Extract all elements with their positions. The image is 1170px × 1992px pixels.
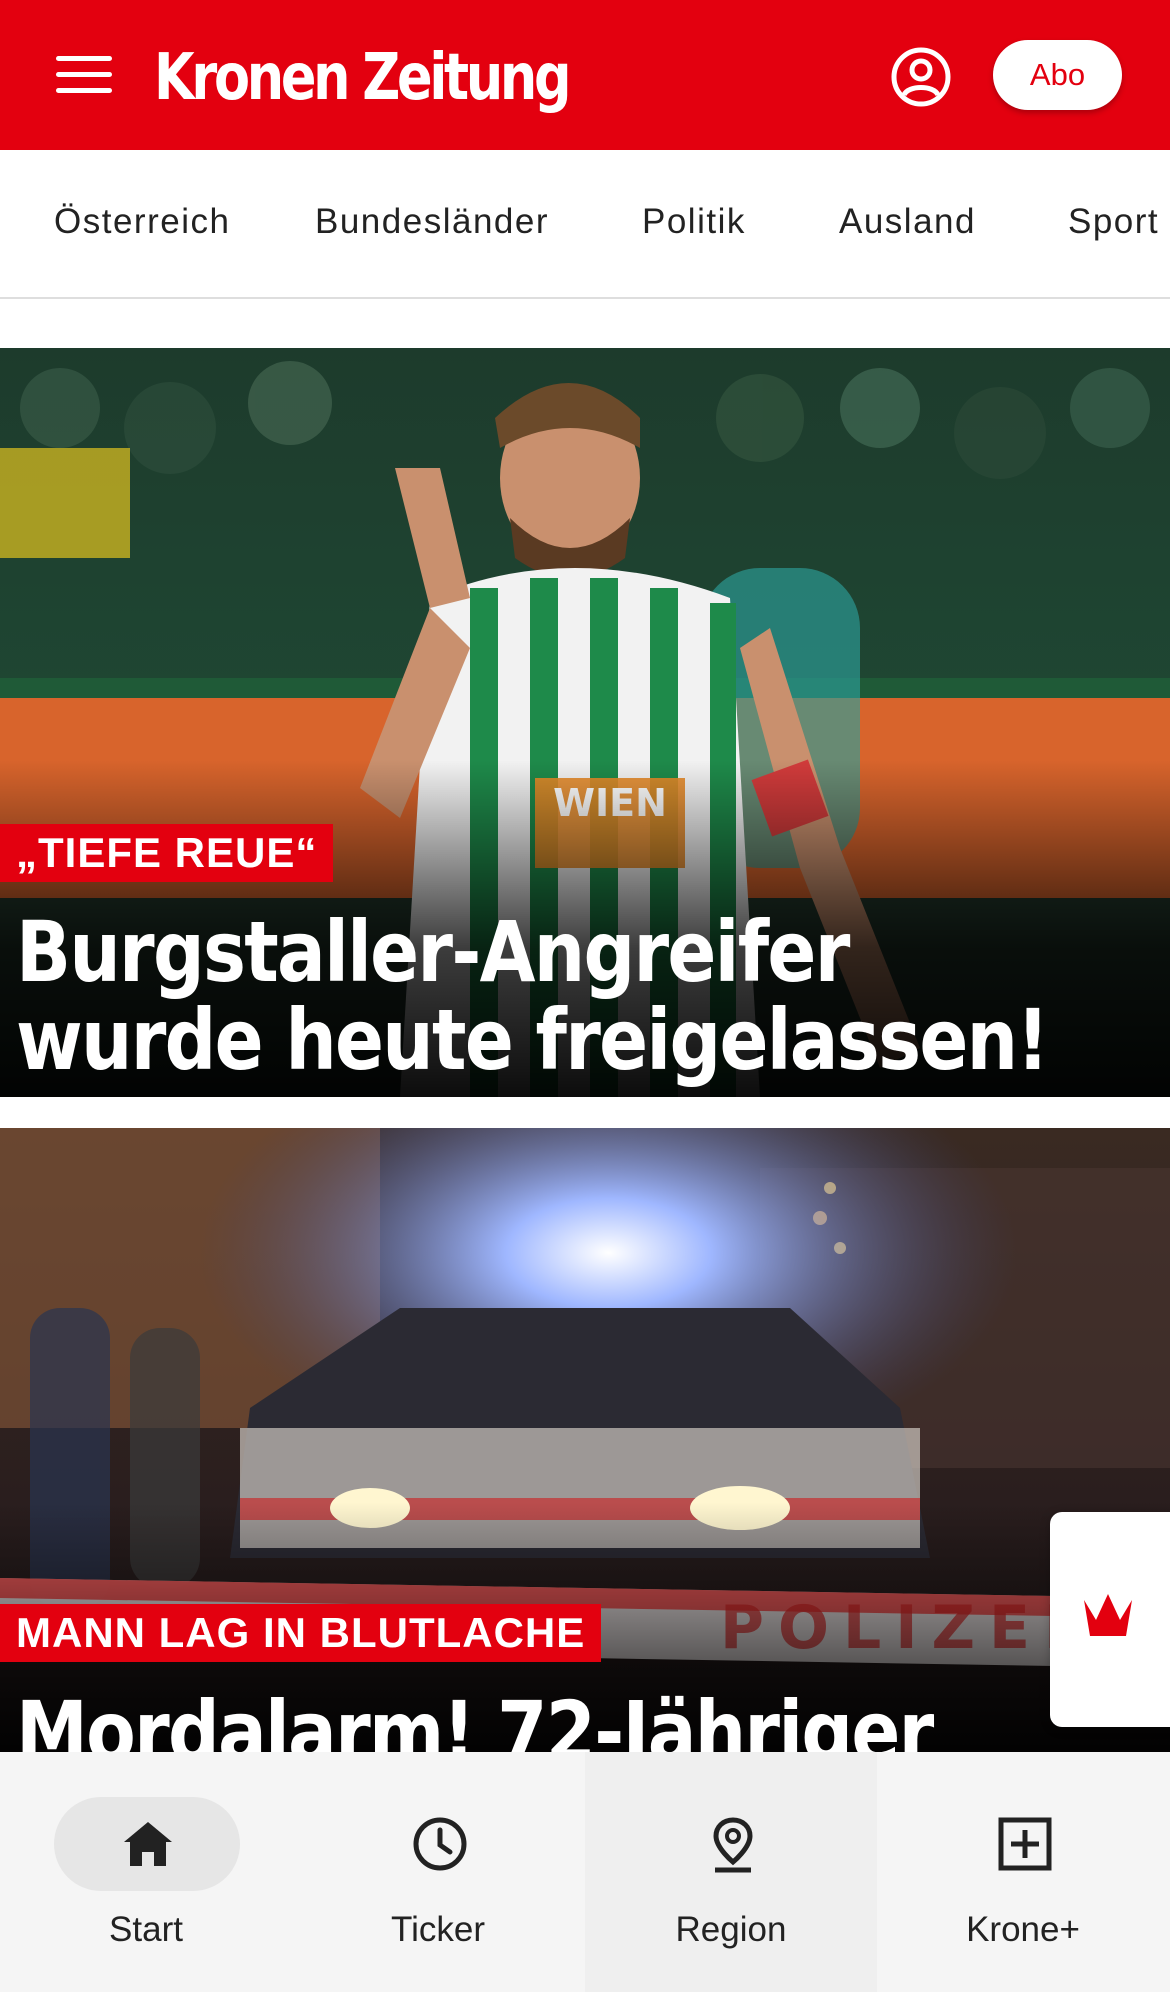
nav-item-ausland[interactable]: Ausland bbox=[839, 202, 976, 242]
plus-box-icon bbox=[998, 1817, 1052, 1871]
app-header: Kronen Zeitung Abo bbox=[0, 0, 1170, 150]
nav-item-politik[interactable]: Politik bbox=[642, 202, 746, 242]
article-overline: MANN LAG IN BLUTLACHE bbox=[0, 1604, 602, 1662]
article-headline: Mordalarm! 72-Jähriger bbox=[16, 1683, 934, 1752]
article-headline: Burgstaller-Angreifer wurde heute freige… bbox=[16, 903, 1049, 1089]
bottom-nav-label: Start bbox=[109, 1910, 183, 1949]
nav-item-sport[interactable]: Sport bbox=[1068, 202, 1159, 242]
nav-item-oesterreich[interactable]: Österreich bbox=[54, 202, 230, 242]
bottom-nav-label: Region bbox=[675, 1910, 787, 1949]
nav-item-bundeslaender[interactable]: Bundesländer bbox=[315, 202, 549, 242]
article-card[interactable]: POLIZEI MANN LAG IN BLUTLACHE Mordalarm!… bbox=[0, 1128, 1170, 1752]
abo-button[interactable]: Abo bbox=[993, 40, 1122, 110]
bottom-nav-label: Krone+ bbox=[966, 1910, 1080, 1949]
bottom-nav-region[interactable]: Region bbox=[585, 1752, 877, 1992]
category-nav: Österreich Bundesländer Politik Ausland … bbox=[0, 150, 1170, 299]
crown-icon bbox=[1084, 1594, 1132, 1636]
bottom-nav-ticker[interactable]: Ticker bbox=[292, 1752, 584, 1992]
hamburger-menu-icon[interactable] bbox=[56, 56, 112, 94]
article-overline: „TIEFE REUE“ bbox=[0, 824, 334, 882]
bottom-nav: Start Ticker Region Krone+ bbox=[0, 1752, 1170, 1992]
krone-plus-floating-button[interactable] bbox=[1050, 1512, 1170, 1727]
site-logo[interactable]: Kronen Zeitung bbox=[154, 38, 572, 118]
clock-icon bbox=[413, 1817, 467, 1871]
bottom-nav-krone-plus[interactable]: Krone+ bbox=[877, 1752, 1169, 1992]
bottom-nav-start[interactable]: Start bbox=[0, 1752, 292, 1992]
user-circle-icon[interactable] bbox=[890, 46, 952, 108]
home-icon bbox=[124, 1822, 172, 1866]
bottom-nav-label: Ticker bbox=[391, 1910, 485, 1949]
article-card[interactable]: WIEN „TIEFE REUE“ Burgstaller-Angreifer … bbox=[0, 348, 1170, 1097]
location-pin-icon bbox=[713, 1817, 753, 1873]
